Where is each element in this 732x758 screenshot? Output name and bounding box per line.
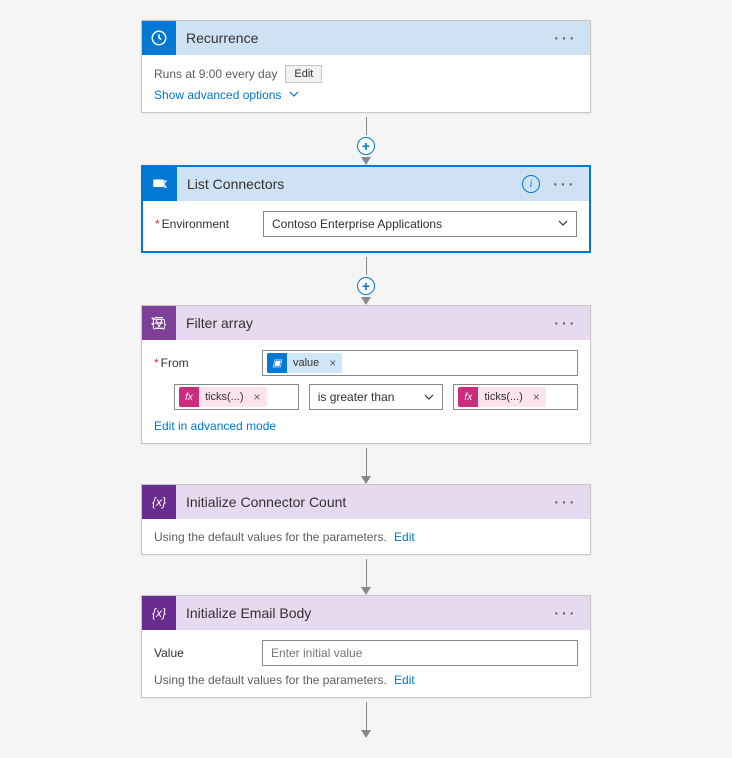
filter-array-menu[interactable]: ··· [547, 319, 582, 327]
init-count-title: Initialize Connector Count [176, 494, 547, 510]
ticks-token: fx ticks(...) × [179, 387, 267, 407]
filter-array-header[interactable]: {∇} Filter array ··· [142, 306, 590, 340]
recurrence-card: Recurrence ··· Runs at 9:00 every day Ed… [141, 20, 591, 113]
init-count-edit-link[interactable]: Edit [394, 530, 415, 544]
condition-left[interactable]: fx ticks(...) × [174, 384, 299, 410]
operator-value: is greater than [318, 390, 395, 404]
ticks-token: fx ticks(...) × [458, 387, 546, 407]
connector-arrow [360, 555, 372, 595]
list-connectors-menu[interactable]: ··· [546, 180, 581, 188]
remove-token[interactable]: × [248, 390, 267, 404]
connector-arrow [360, 444, 372, 484]
connector-arrow: + [360, 253, 372, 305]
list-connectors-card: List Connectors i ··· *Environment Conto… [141, 165, 591, 253]
value-input[interactable] [262, 640, 578, 666]
recurrence-title: Recurrence [176, 30, 547, 46]
condition-right[interactable]: fx ticks(...) × [453, 384, 578, 410]
chevron-down-icon [558, 218, 568, 231]
init-body-edit-link[interactable]: Edit [394, 673, 415, 687]
filter-array-card: {∇} Filter array ··· *From ▣ value × [141, 305, 591, 444]
recurrence-menu[interactable]: ··· [547, 34, 582, 42]
init-count-card: {x} Initialize Connector Count ··· Using… [141, 484, 591, 555]
list-connectors-header[interactable]: List Connectors i ··· [143, 167, 589, 201]
init-body-hint: Using the default values for the paramet… [154, 673, 387, 687]
clock-icon [142, 21, 176, 55]
chevron-down-icon [289, 88, 299, 102]
environment-select[interactable]: Contoso Enterprise Applications [263, 211, 577, 237]
chevron-down-icon [424, 392, 434, 402]
add-step-button[interactable]: + [357, 137, 375, 155]
remove-token[interactable]: × [527, 390, 546, 404]
fx-icon: fx [179, 387, 199, 407]
info-icon[interactable]: i [522, 175, 540, 193]
condition-row: fx ticks(...) × is greater than fx ticks… [154, 384, 578, 410]
variable-icon: {x} [142, 596, 176, 630]
from-input[interactable]: ▣ value × [262, 350, 578, 376]
init-body-menu[interactable]: ··· [547, 609, 582, 617]
recurrence-schedule: Runs at 9:00 every day [154, 67, 277, 81]
init-body-card: {x} Initialize Email Body ··· Value Usin… [141, 595, 591, 698]
filter-array-title: Filter array [176, 315, 547, 331]
fx-icon: fx [458, 387, 478, 407]
variable-icon: {x} [142, 485, 176, 519]
list-connectors-title: List Connectors [177, 176, 522, 192]
init-count-header[interactable]: {x} Initialize Connector Count ··· [142, 485, 590, 519]
add-step-button[interactable]: + [357, 277, 375, 295]
filter-icon: {∇} [142, 306, 176, 340]
edit-recurrence-button[interactable]: Edit [285, 65, 322, 83]
from-label: *From [154, 356, 254, 370]
init-body-header[interactable]: {x} Initialize Email Body ··· [142, 596, 590, 630]
recurrence-header[interactable]: Recurrence ··· [142, 21, 590, 55]
show-advanced-label: Show advanced options [154, 88, 281, 102]
init-count-hint: Using the default values for the paramet… [154, 530, 387, 544]
connectors-icon [143, 167, 177, 201]
init-body-title: Initialize Email Body [176, 605, 547, 621]
value-token: ▣ value × [267, 353, 342, 373]
connector-arrow: + [360, 113, 372, 165]
condition-operator[interactable]: is greater than [309, 384, 444, 410]
remove-token[interactable]: × [323, 356, 342, 370]
init-count-menu[interactable]: ··· [547, 498, 582, 506]
edit-advanced-mode-link[interactable]: Edit in advanced mode [154, 419, 276, 433]
environment-label: *Environment [155, 217, 255, 231]
show-advanced-link[interactable]: Show advanced options [154, 88, 299, 102]
connector-arrow [360, 698, 372, 738]
environment-value: Contoso Enterprise Applications [272, 217, 442, 231]
dynamic-content-icon: ▣ [267, 353, 287, 373]
value-label: Value [154, 646, 254, 660]
